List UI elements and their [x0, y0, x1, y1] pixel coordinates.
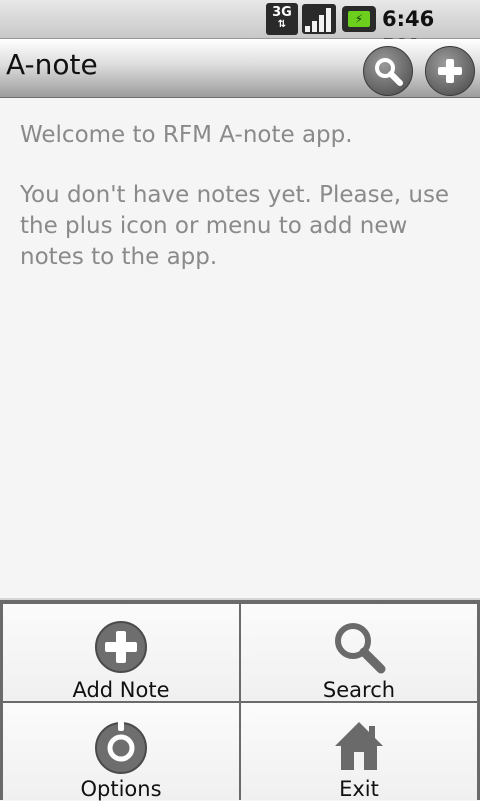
menu-item-label: Add Note — [72, 678, 170, 702]
battery-charging-icon: ⚡ — [342, 6, 376, 32]
options-menu: Add Note Search Options Exit — [0, 598, 480, 801]
notes-content: Welcome to RFM A-note app. You don't hav… — [0, 98, 480, 600]
menu-item-exit[interactable]: Exit — [241, 703, 477, 801]
menu-item-label: Search — [322, 678, 396, 702]
search-button[interactable] — [363, 46, 413, 96]
menu-item-add-note[interactable]: Add Note — [3, 604, 239, 702]
search-icon — [375, 58, 403, 86]
empty-notes-hint: You don't have notes yet. Please, use th… — [20, 182, 450, 270]
menu-item-search[interactable]: Search — [241, 604, 477, 702]
network-label: 3G — [272, 5, 292, 20]
app-title-bar: A-note — [0, 39, 480, 98]
menu-item-options[interactable]: Options — [3, 703, 239, 801]
plus-circle-icon — [93, 620, 149, 674]
status-bar: 3G ⇅ ⚡ 6:46 PM — [0, 0, 480, 59]
data-arrows-icon: ⇅ — [277, 19, 287, 30]
status-time: 6:46 PM — [382, 7, 435, 59]
signal-icon — [302, 4, 336, 34]
plus-icon — [438, 59, 462, 83]
settings-dial-icon — [93, 719, 149, 774]
menu-item-label: Options — [80, 777, 162, 801]
add-note-button[interactable] — [425, 46, 475, 96]
app-title: A-note — [6, 48, 98, 81]
welcome-text: Welcome to RFM A-note app. — [20, 122, 353, 148]
battery-level: ⚡ — [348, 11, 370, 27]
search-icon — [331, 620, 387, 674]
network-3g-icon: 3G ⇅ — [266, 3, 298, 35]
home-icon — [331, 719, 387, 773]
menu-item-label: Exit — [339, 777, 379, 801]
